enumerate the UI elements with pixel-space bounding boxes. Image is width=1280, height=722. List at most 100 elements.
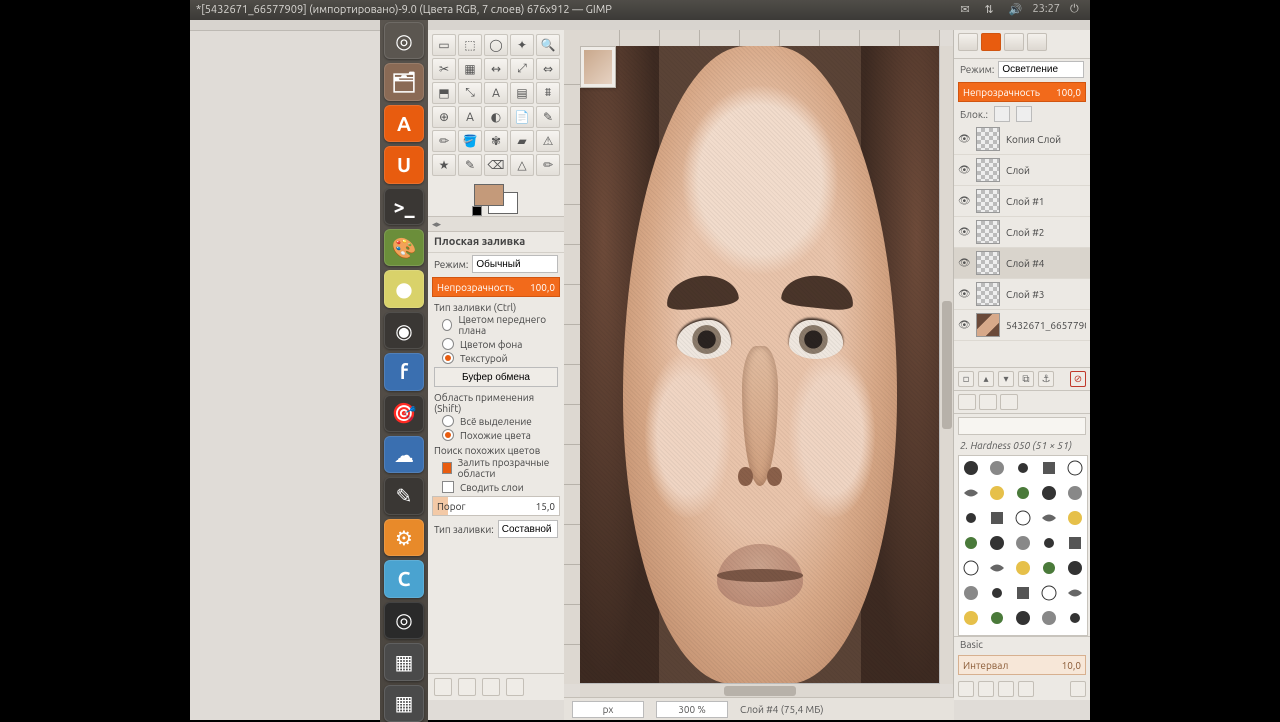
fillby-select[interactable] — [498, 520, 558, 538]
tab-undo[interactable] — [1027, 33, 1047, 51]
tool-1[interactable]: ⬚ — [458, 34, 482, 56]
footer-icon[interactable] — [506, 678, 524, 696]
launcher-social[interactable]: f — [384, 353, 424, 390]
brush-item[interactable] — [1011, 556, 1036, 580]
brush-item[interactable] — [1062, 531, 1087, 555]
brush-footer-icon[interactable] — [1018, 681, 1034, 697]
canvas[interactable] — [580, 46, 940, 684]
anchor-layer-icon[interactable]: ⚓ — [1038, 371, 1054, 387]
tool-8[interactable]: ⤢ — [510, 58, 534, 80]
brush-item[interactable] — [1062, 606, 1087, 630]
layer-name[interactable]: Слой — [1006, 165, 1086, 176]
tool-23[interactable]: ▰ — [510, 130, 534, 152]
tool-19[interactable]: ✎ — [536, 106, 560, 128]
fill-type-radio[interactable]: Цветом переднего плана — [428, 313, 564, 337]
tool-13[interactable]: ▤ — [510, 82, 534, 104]
brush-item[interactable] — [1036, 481, 1061, 505]
brush-item[interactable] — [1036, 581, 1061, 605]
merge-layers-checkbox[interactable]: Сводить слои — [428, 480, 564, 494]
launcher-dash[interactable]: ◎ — [384, 22, 424, 59]
brush-item[interactable] — [1011, 581, 1036, 605]
tab-channels[interactable] — [981, 33, 1001, 51]
scrollbar-vertical[interactable] — [939, 46, 954, 684]
footer-icon[interactable] — [458, 678, 476, 696]
tool-24[interactable]: ⚠ — [536, 130, 560, 152]
ruler-corner[interactable] — [564, 30, 581, 47]
layer-row[interactable]: 👁Копия Слой — [954, 124, 1090, 155]
pattern-button[interactable]: Буфер обмена — [434, 367, 558, 387]
tab-brushes[interactable] — [958, 394, 976, 410]
brush-filter-input[interactable] — [958, 417, 1086, 435]
tool-0[interactable]: ▭ — [432, 34, 456, 56]
brush-item[interactable] — [985, 581, 1010, 605]
launcher-gimp[interactable]: 🎨 — [384, 229, 424, 266]
threshold-input[interactable]: Порог 15,0 — [432, 496, 560, 516]
tool-7[interactable]: ↔ — [484, 58, 508, 80]
footer-icon[interactable] — [482, 678, 500, 696]
fill-transparent-checkbox[interactable]: Залить прозрачные области — [428, 456, 564, 480]
brush-item[interactable] — [959, 481, 984, 505]
scrollbar-horizontal[interactable] — [580, 683, 940, 698]
tool-18[interactable]: 📄 — [510, 106, 534, 128]
brush-item[interactable] — [1062, 481, 1087, 505]
brush-item[interactable] — [985, 481, 1010, 505]
brush-item[interactable] — [985, 506, 1010, 530]
launcher-disc[interactable]: ● — [384, 270, 424, 307]
brush-item[interactable] — [1062, 506, 1087, 530]
color-swatch[interactable] — [474, 184, 518, 214]
session-icon[interactable]: ⏻ — [1070, 3, 1084, 17]
tool-11[interactable]: ⤡ — [458, 82, 482, 104]
brush-item[interactable] — [1036, 506, 1061, 530]
zoom-select[interactable]: 300 % — [656, 701, 728, 718]
layer-thumbnail[interactable] — [976, 158, 1000, 182]
brush-footer-icon[interactable] — [1070, 681, 1086, 697]
launcher-cloud[interactable]: ☁ — [384, 436, 424, 473]
layer-thumbnail[interactable] — [976, 220, 1000, 244]
layer-row[interactable]: 👁Слой #2 — [954, 217, 1090, 248]
visibility-icon[interactable]: 👁 — [958, 164, 970, 176]
tray-icon[interactable]: ✉ — [960, 3, 974, 17]
raise-layer-icon[interactable]: ▴ — [978, 371, 994, 387]
layer-opacity-slider[interactable]: Непрозрачность 100,0 — [958, 82, 1086, 102]
brush-item[interactable] — [959, 581, 984, 605]
visibility-icon[interactable]: 👁 — [958, 319, 970, 331]
delete-layer-icon[interactable]: ⊘ — [1070, 371, 1086, 387]
brush-item[interactable] — [959, 456, 984, 480]
brush-item[interactable] — [1036, 556, 1061, 580]
default-colors-icon[interactable] — [472, 206, 482, 216]
launcher-color[interactable]: 🎯 — [384, 395, 424, 432]
brush-item[interactable] — [1062, 456, 1087, 480]
tool-6[interactable]: ▦ — [458, 58, 482, 80]
opacity-slider[interactable]: Непрозрачность 100,0 — [432, 277, 560, 297]
tool-26[interactable]: ✎ — [458, 154, 482, 176]
layer-name[interactable]: Слой #1 — [1006, 196, 1086, 207]
tool-16[interactable]: A — [458, 106, 482, 128]
launcher-terminal[interactable]: >_ — [384, 188, 424, 225]
lock-alpha-icon[interactable] — [1016, 106, 1032, 122]
visibility-icon[interactable]: 👁 — [958, 195, 970, 207]
brush-item[interactable] — [985, 531, 1010, 555]
tool-29[interactable]: ✏ — [536, 154, 560, 176]
launcher-edit[interactable]: ✎ — [384, 477, 424, 514]
new-layer-icon[interactable]: ▫ — [958, 371, 974, 387]
tool-10[interactable]: ⬒ — [432, 82, 456, 104]
tray-icon[interactable]: 🔊 — [1008, 3, 1022, 17]
ruler-horizontal[interactable] — [580, 30, 940, 47]
duplicate-layer-icon[interactable]: ⧉ — [1018, 371, 1034, 387]
layer-thumbnail[interactable] — [976, 251, 1000, 275]
brush-item[interactable] — [1011, 506, 1036, 530]
tool-15[interactable]: ⊕ — [432, 106, 456, 128]
brush-item[interactable] — [959, 506, 984, 530]
launcher-record[interactable]: ◎ — [384, 602, 424, 639]
launcher-chrome[interactable]: ◉ — [384, 312, 424, 349]
fg-color[interactable] — [474, 184, 504, 206]
fill-type-radio[interactable]: Текстурой — [428, 351, 564, 365]
tool-9[interactable]: ⇔ — [536, 58, 560, 80]
tool-14[interactable]: ⩩ — [536, 82, 560, 104]
tool-4[interactable]: 🔍 — [536, 34, 560, 56]
brush-item[interactable] — [985, 456, 1010, 480]
visibility-icon[interactable]: 👁 — [958, 226, 970, 238]
tool-25[interactable]: ★ — [432, 154, 456, 176]
layer-thumbnail[interactable] — [976, 127, 1000, 151]
launcher-blender[interactable]: ⚙ — [384, 519, 424, 556]
